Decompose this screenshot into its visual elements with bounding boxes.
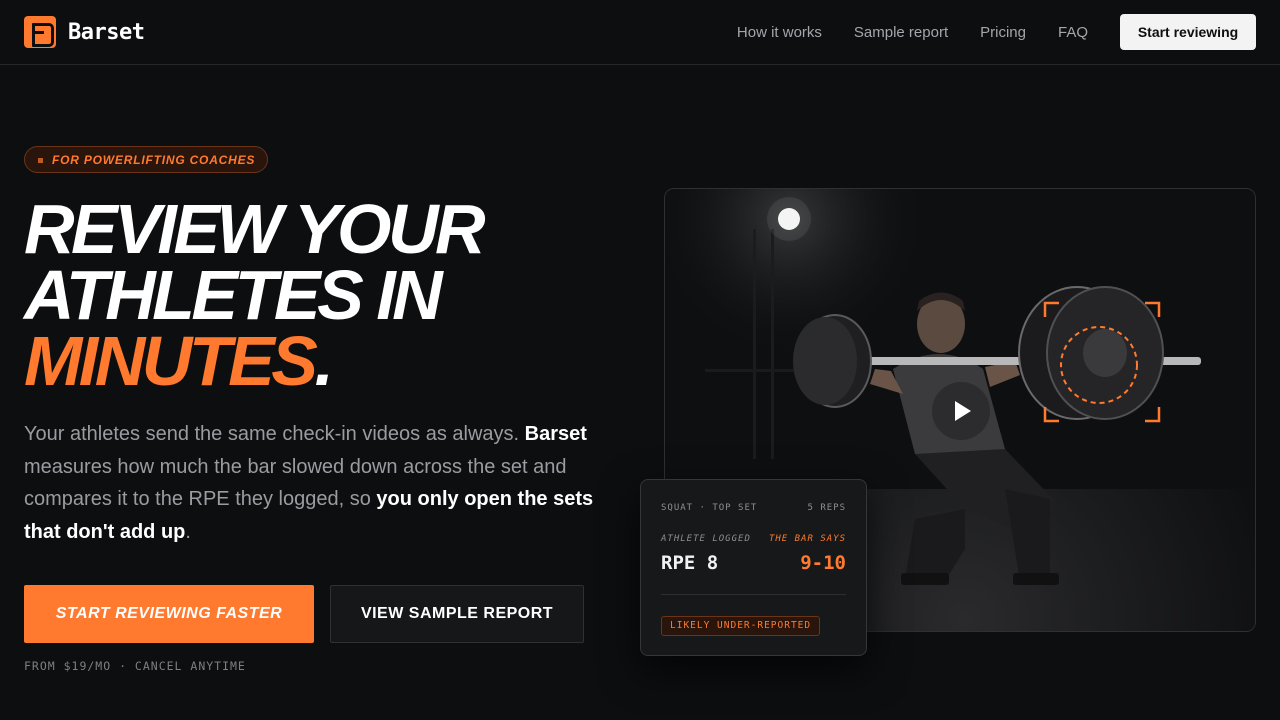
nav-link-pricing[interactable]: Pricing	[980, 24, 1026, 41]
bar-says-label: THE BAR SAYS	[768, 534, 846, 544]
lede-brand: Barset	[524, 423, 587, 445]
view-sample-report-button[interactable]: VIEW SAMPLE REPORT	[330, 585, 584, 643]
card-divider	[661, 594, 846, 595]
headline-line-2: ATHLETES IN	[24, 256, 443, 334]
bar-rpe-value: 9-10	[800, 552, 846, 574]
brand-logo[interactable]: Barset	[24, 16, 145, 48]
start-reviewing-button[interactable]: Start reviewing	[1120, 14, 1256, 50]
audience-badge: FOR POWERLIFTING COACHES	[24, 146, 269, 173]
start-reviewing-faster-button[interactable]: START REVIEWING FASTER	[24, 585, 314, 643]
lede-part-1: Your athletes send the same check-in vid…	[24, 423, 520, 445]
pricing-fineprint: FROM $19/MO · CANCEL ANYTIME	[24, 659, 246, 673]
nav-link-how-it-works[interactable]: How it works	[737, 24, 822, 41]
hero-headline: REVIEW YOUR ATHLETES IN MINUTES.	[24, 190, 624, 396]
set-analysis-card: SQUAT · TOP SET 5 REPS ATHLETE LOGGED TH…	[640, 479, 867, 656]
athlete-rpe-value: RPE 8	[661, 552, 719, 574]
headline-period: .	[314, 322, 334, 400]
nav-links: How it works Sample report Pricing FAQ	[737, 0, 1088, 64]
card-lift-label: SQUAT · TOP SET	[661, 503, 758, 513]
headline-line-1: REVIEW YOUR	[24, 190, 486, 268]
play-icon[interactable]	[932, 382, 990, 440]
lede-end: .	[185, 520, 191, 543]
badge-label: FOR POWERLIFTING COACHES	[52, 152, 256, 167]
nav-link-sample-report[interactable]: Sample report	[854, 24, 948, 41]
headline-accent-word: MINUTES	[24, 322, 318, 400]
brand-name: Barset	[68, 19, 145, 45]
hero-description: Your athletes send the same check-in vid…	[24, 418, 614, 548]
athlete-logged-label: ATHLETE LOGGED	[661, 534, 751, 544]
badge-square-icon	[38, 158, 43, 163]
under-reported-badge: LIKELY UNDER-REPORTED	[661, 616, 821, 636]
nav-link-faq[interactable]: FAQ	[1058, 24, 1088, 41]
top-nav: Barset How it works Sample report Pricin…	[0, 0, 1280, 65]
headline-line-3: MINUTES.	[24, 326, 624, 396]
card-reps-label: 5 REPS	[807, 503, 846, 513]
logo-icon	[24, 16, 56, 48]
